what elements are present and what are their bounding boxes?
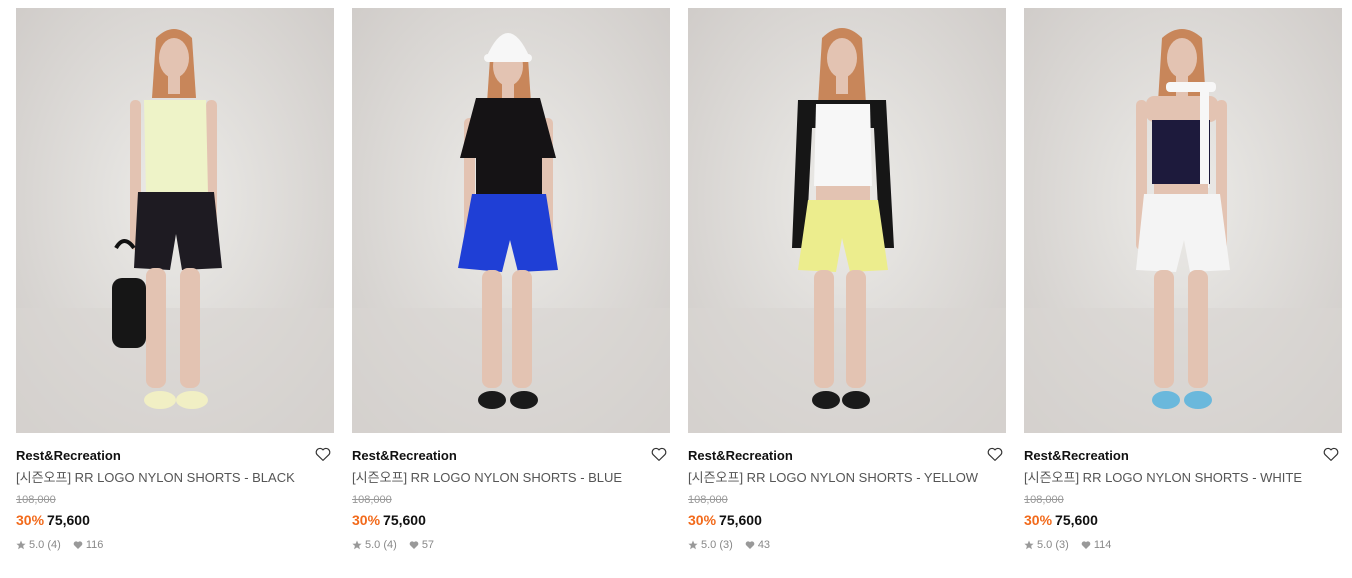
product-image[interactable] [1024,8,1342,433]
product-grid: Rest&Recreation [시즌오프] RR LOGO NYLON SHO… [0,0,1352,578]
product-image[interactable] [352,8,670,433]
product-stats: 5.0 (3) 43 [688,538,1006,552]
product-name[interactable]: [시즌오프] RR LOGO NYLON SHORTS - WHITE [1024,469,1342,487]
product-card[interactable]: Rest&Recreation [시즌오프] RR LOGO NYLON SHO… [688,8,1006,568]
wishlist-heart-icon[interactable] [314,445,332,463]
star-icon [16,540,26,550]
rating-value: 5.0 [701,539,717,551]
original-price: 108,000 [16,494,56,506]
sale-price-row: 30% 75,600 [1024,511,1342,529]
review-count: (4) [47,539,61,551]
model-photo-white-shorts [1024,8,1342,433]
sale-price-row: 30% 75,600 [352,511,670,529]
product-name[interactable]: [시즌오프] RR LOGO NYLON SHORTS - BLUE [352,469,670,487]
product-image[interactable] [688,8,1006,433]
wishlist-heart-icon[interactable] [986,445,1004,463]
original-price: 108,000 [352,494,392,506]
like-count: 116 [85,539,104,551]
like-heart-icon [409,540,419,550]
product-brand[interactable]: Rest&Recreation [688,448,793,463]
like-heart-icon [745,540,755,550]
like-count: 57 [421,539,435,551]
original-price: 108,000 [1024,494,1064,506]
product-name[interactable]: [시즌오프] RR LOGO NYLON SHORTS - YELLOW [688,469,1006,487]
sale-price: 75,600 [1055,512,1098,528]
discount-rate: 30% [1024,512,1053,528]
wishlist-heart-icon[interactable] [1322,445,1340,463]
discount-rate: 30% [16,512,45,528]
wishlist-heart-icon[interactable] [650,445,668,463]
review-count: (3) [1055,539,1069,551]
star-icon [352,540,362,550]
product-brand[interactable]: Rest&Recreation [1024,448,1129,463]
product-name[interactable]: [시즌오프] RR LOGO NYLON SHORTS - BLACK [16,469,334,487]
sale-price: 75,600 [383,512,426,528]
sale-price-row: 30% 75,600 [688,511,1006,529]
product-image[interactable] [16,8,334,433]
star-icon [1024,540,1034,550]
review-count: (3) [719,539,733,551]
product-brand[interactable]: Rest&Recreation [16,448,121,463]
product-card[interactable]: Rest&Recreation [시즌오프] RR LOGO NYLON SHO… [1024,8,1342,568]
like-heart-icon [73,540,83,550]
sale-price-row: 30% 75,600 [16,511,334,529]
sale-price: 75,600 [47,512,90,528]
rating-value: 5.0 [365,539,381,551]
like-count: 114 [1093,539,1112,551]
product-stats: 5.0 (4) 116 [16,538,334,552]
product-stats: 5.0 (4) 57 [352,538,670,552]
star-icon [688,540,698,550]
product-card[interactable]: Rest&Recreation [시즌오프] RR LOGO NYLON SHO… [352,8,670,568]
rating-value: 5.0 [1037,539,1053,551]
like-count: 43 [757,539,771,551]
model-photo-yellow-shorts [688,8,1006,433]
sale-price: 75,600 [719,512,762,528]
product-stats: 5.0 (3) 114 [1024,538,1342,552]
product-card[interactable]: Rest&Recreation [시즌오프] RR LOGO NYLON SHO… [16,8,334,568]
like-heart-icon [1081,540,1091,550]
original-price: 108,000 [688,494,728,506]
review-count: (4) [383,539,397,551]
discount-rate: 30% [688,512,717,528]
model-photo-black-shorts [16,8,334,433]
product-brand[interactable]: Rest&Recreation [352,448,457,463]
discount-rate: 30% [352,512,381,528]
rating-value: 5.0 [29,539,45,551]
model-photo-blue-shorts [352,8,670,433]
